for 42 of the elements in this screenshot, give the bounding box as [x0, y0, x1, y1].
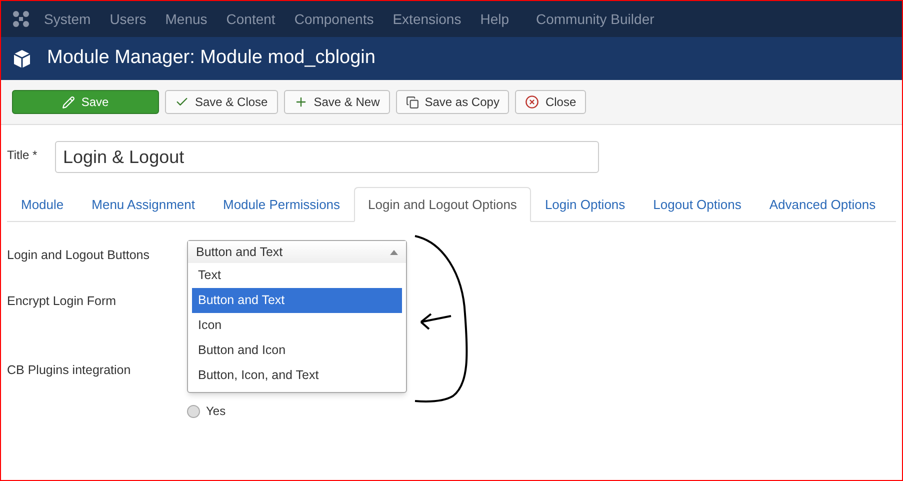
field-label: Login and Logout Buttons — [7, 247, 150, 264]
menu-item[interactable]: Extensions — [392, 8, 462, 30]
menu-item[interactable]: Help — [480, 8, 509, 30]
tab[interactable]: Menu Assignment — [78, 187, 209, 222]
toolbar-button[interactable]: Save & New — [284, 90, 390, 114]
tab[interactable]: Logout Options — [639, 187, 756, 222]
toolbar-button[interactable]: Save as Copy — [396, 90, 510, 114]
radio-label: Yes — [206, 403, 226, 420]
menu-item[interactable]: Menus — [165, 8, 208, 30]
field-label: CB Plugins integration — [7, 362, 131, 379]
dropdown-option[interactable]: Button and Text — [192, 288, 402, 313]
menu-item[interactable]: Components — [294, 8, 374, 30]
caret-up-icon — [390, 250, 398, 254]
cube-icon — [12, 48, 32, 68]
tab[interactable]: Module Permissions — [208, 187, 354, 222]
menu-item[interactable]: Content — [226, 8, 276, 30]
toolbar-button[interactable]: Close — [515, 90, 586, 114]
dropdown-option[interactable]: Text — [192, 263, 402, 288]
title-label: Title * — [7, 147, 38, 164]
menu-item[interactable]: Community Builder — [536, 8, 654, 30]
tab[interactable]: Module — [7, 187, 78, 222]
tab[interactable]: Advanced Options — [755, 187, 890, 222]
menu-item[interactable]: System — [44, 8, 91, 30]
close-icon — [525, 95, 540, 109]
dropdown-option[interactable]: Button, Icon, and Text — [192, 363, 402, 388]
dropdown[interactable]: Button and Text Text Button and Text Icon Button and Icon Button, Icon, and Text — [187, 240, 407, 393]
save-button[interactable]: Save — [12, 90, 159, 114]
tab[interactable]: Login and Logout Options — [354, 187, 531, 222]
menu-item[interactable]: Users — [110, 8, 146, 30]
tab[interactable]: Login Options — [530, 187, 640, 222]
dropdown-value[interactable]: Button and Text — [188, 241, 406, 263]
dropdown-option[interactable]: Icon — [192, 313, 402, 338]
logo-icon — [12, 10, 30, 28]
page-title: Module Manager: Module mod_cblogin — [47, 46, 376, 70]
edit-icon — [62, 96, 76, 108]
radio-button[interactable] — [187, 404, 200, 418]
dropdown-option[interactable]: Button and Icon — [192, 338, 402, 363]
plus-icon — [294, 95, 308, 109]
title-field[interactable]: Login & Logout — [55, 141, 599, 173]
copy-icon — [406, 96, 419, 108]
toolbar-button[interactable]: Save & Close — [165, 90, 278, 114]
field-label: Encrypt Login Form — [7, 293, 116, 310]
